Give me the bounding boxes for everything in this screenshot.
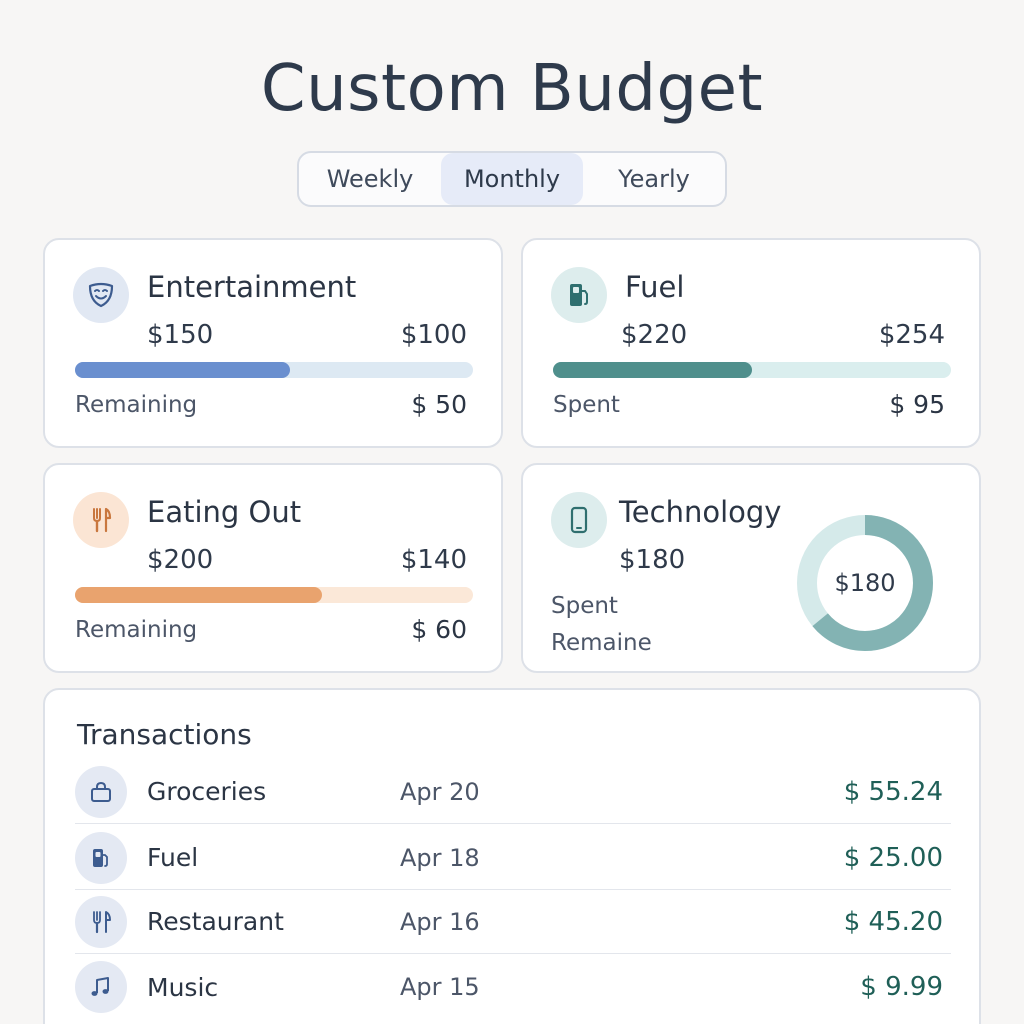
fork-knife-icon [73, 492, 129, 548]
transaction-name: Groceries [147, 777, 267, 806]
fuel-pump-icon [75, 831, 127, 884]
period-selector: Weekly Monthly Yearly [297, 151, 727, 207]
budget-card-eating-out[interactable]: Eating Out $200 $140 Remaining $ 60 [43, 463, 503, 673]
footer-label: Remaining [75, 392, 198, 418]
transaction-name: Restaurant [147, 907, 284, 936]
fork-knife-icon [75, 895, 127, 948]
transaction-date: Apr 18 [400, 843, 480, 872]
transaction-date: Apr 20 [400, 777, 480, 806]
budget-amount: $220 [621, 320, 688, 350]
budget-card-fuel[interactable]: Fuel $220 $254 Spent $ 95 [521, 238, 981, 448]
progress-bar [553, 362, 951, 378]
theater-mask-icon [73, 267, 129, 323]
budget-card-technology[interactable]: Technology $180 Spent Remaine $180 [521, 463, 981, 673]
transaction-date: Apr 16 [400, 907, 480, 936]
page-title: Custom Budget [260, 52, 764, 126]
smartphone-icon [551, 492, 607, 548]
spent-label: Spent [551, 593, 618, 619]
card-title: Eating Out [147, 495, 302, 529]
music-note-icon [75, 961, 127, 1013]
progress-fill [553, 362, 752, 378]
transaction-name: Music [147, 972, 219, 1002]
donut-value: $180 [834, 569, 896, 597]
transaction-row[interactable]: Music Apr 15 $ 9.99 [75, 955, 951, 1019]
footer-value: $ 95 [889, 390, 945, 419]
progress-bar [75, 587, 473, 603]
footer-label: Remaining [75, 617, 198, 643]
transactions-panel: Transactions Groceries Apr 20 $ 55.24 Fu [43, 688, 981, 1024]
tab-yearly[interactable]: Yearly [583, 153, 725, 205]
shopping-bag-icon [75, 765, 127, 818]
tab-weekly[interactable]: Weekly [299, 153, 441, 205]
transaction-date: Apr 15 [400, 973, 480, 1001]
spent-amount: $254 [878, 320, 945, 350]
progress-fill [75, 587, 322, 603]
budget-amount: $200 [147, 545, 214, 575]
budget-amount: $180 [619, 545, 686, 575]
footer-label: Spent [553, 392, 620, 418]
transaction-amount: $ 9.99 [860, 972, 943, 1002]
transaction-amount: $ 55.24 [843, 776, 943, 807]
budget-page: Custom Budget Weekly Monthly Yearly Ente… [0, 0, 1024, 1024]
budget-card-entertainment[interactable]: Entertainment $150 $100 Remaining $ 50 [43, 238, 503, 448]
transactions-title: Transactions [77, 718, 252, 751]
transaction-row[interactable]: Restaurant Apr 16 $ 45.20 [75, 890, 951, 954]
card-title: Technology [619, 495, 782, 529]
footer-value: $ 50 [411, 390, 467, 419]
transaction-amount: $ 45.20 [843, 906, 943, 937]
spent-amount: $100 [400, 320, 467, 350]
fuel-pump-icon [551, 267, 607, 323]
transaction-name: Fuel [147, 843, 199, 872]
transaction-row[interactable]: Groceries Apr 20 $ 55.24 [75, 760, 951, 824]
card-title: Entertainment [147, 270, 357, 304]
progress-bar [75, 362, 473, 378]
spent-amount: $140 [400, 545, 467, 575]
footer-value: $ 60 [411, 615, 467, 644]
card-title: Fuel [625, 270, 685, 304]
remaining-label: Remaine [551, 630, 652, 656]
budget-amount: $150 [147, 320, 214, 350]
transaction-amount: $ 25.00 [843, 842, 943, 873]
transaction-row[interactable]: Fuel Apr 18 $ 25.00 [75, 826, 951, 890]
tab-monthly[interactable]: Monthly [441, 153, 583, 205]
progress-fill [75, 362, 290, 378]
